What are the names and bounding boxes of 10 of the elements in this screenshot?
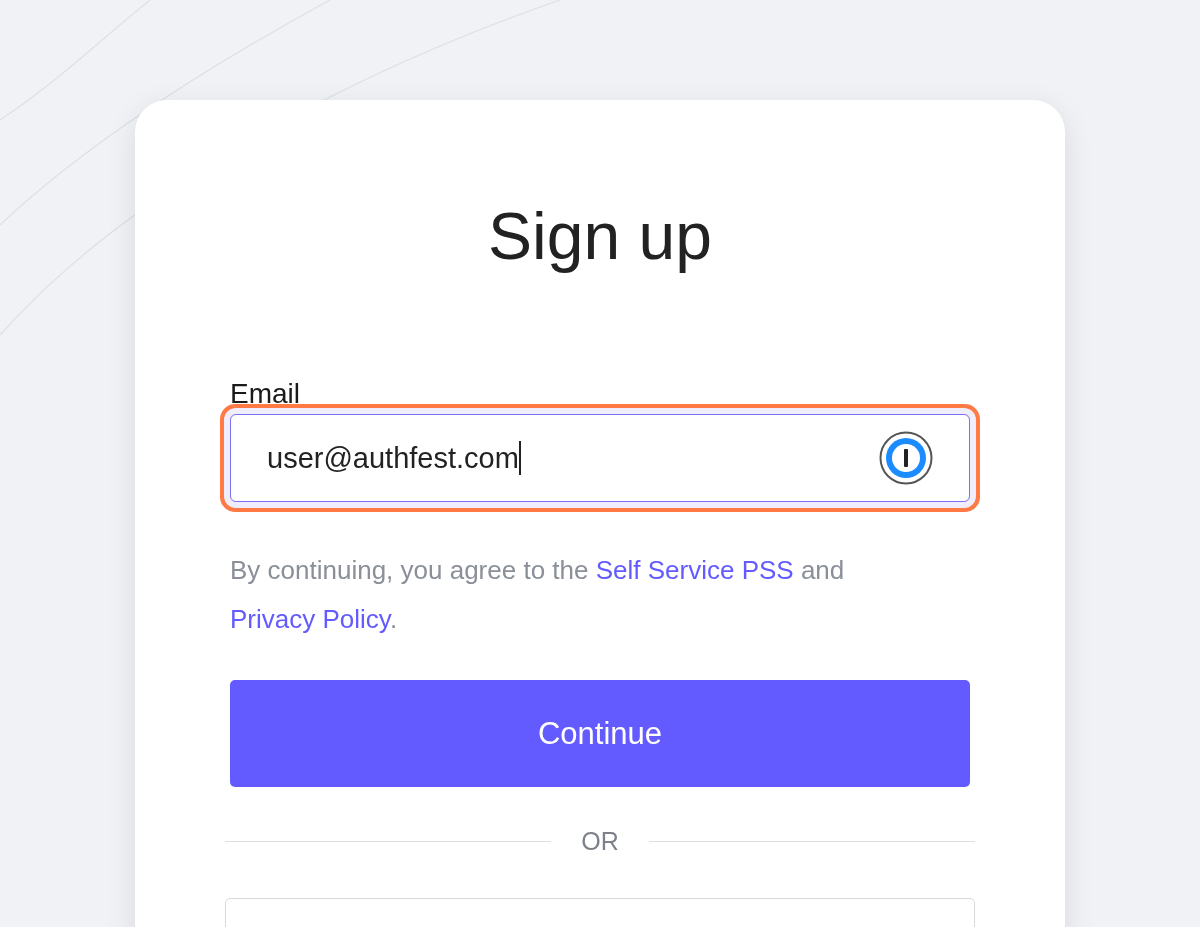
privacy-link[interactable]: Privacy Policy <box>230 604 390 634</box>
field-label: Email <box>230 378 300 410</box>
continue-button[interactable]: Continue <box>230 680 970 787</box>
page-title: Sign up <box>487 198 713 275</box>
field-value: user@authfest.com <box>267 441 519 475</box>
terms-text: By continuing, you agree to the Self Service PSS and Privacy Policy. <box>230 554 846 636</box>
password-manager-icon[interactable] <box>879 431 933 485</box>
divider-label: OR <box>581 827 619 856</box>
terms-link[interactable]: Self Service PSS <box>595 555 794 585</box>
text-cursor <box>518 441 521 475</box>
